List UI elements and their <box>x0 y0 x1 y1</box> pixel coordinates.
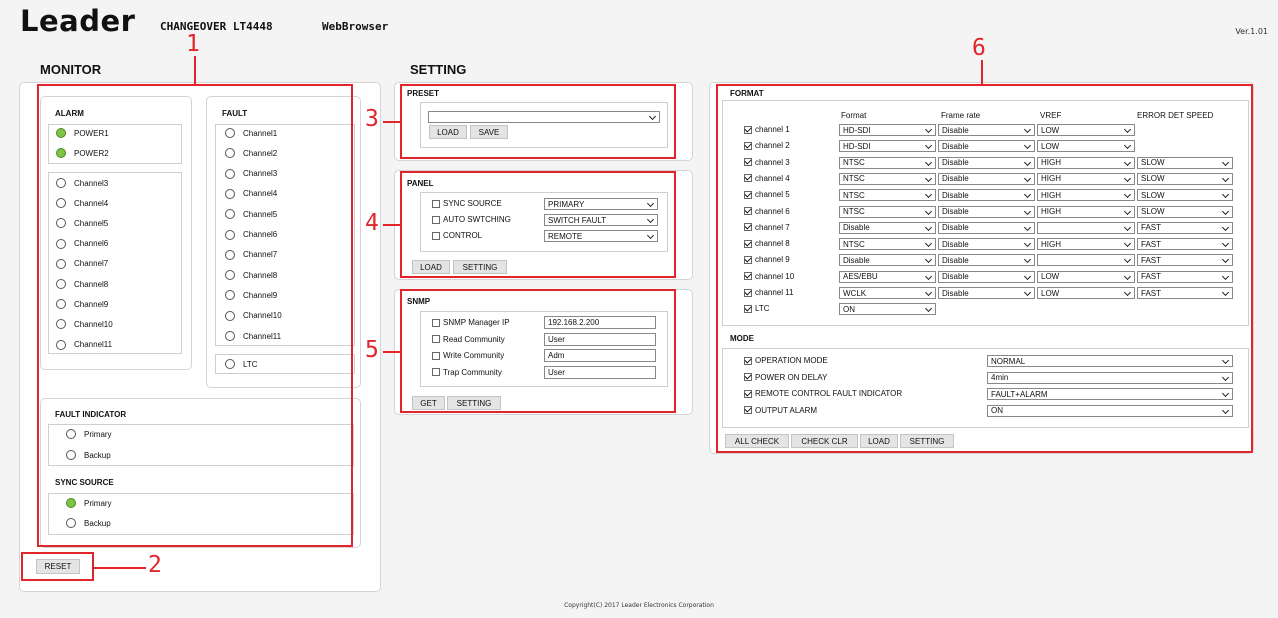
callout-number-1: 1 <box>186 31 200 57</box>
callout-box-2 <box>21 552 94 581</box>
callout-number-5: 5 <box>365 337 379 363</box>
monitor-title: MONITOR <box>40 62 102 77</box>
callout-box-4 <box>400 171 676 278</box>
callout-line-1 <box>194 56 196 86</box>
callout-line-2 <box>94 567 146 569</box>
callout-box-5 <box>400 289 676 413</box>
callout-box-6 <box>716 84 1253 453</box>
callout-line-6 <box>981 60 983 85</box>
leader-logo: Leader <box>20 4 136 38</box>
callout-line-3 <box>383 121 400 123</box>
product-name: CHANGEOVER LT4448 <box>160 20 273 33</box>
callout-number-6: 6 <box>972 35 986 61</box>
callout-box-1 <box>37 84 353 547</box>
app-name: WebBrowser <box>322 20 389 33</box>
callout-line-4 <box>383 224 400 226</box>
version-label: Ver.1.01 <box>1235 27 1268 36</box>
setting-title: SETTING <box>410 62 467 77</box>
callout-box-3 <box>400 84 676 159</box>
copyright: Copyright(C) 2017 Leader Electronics Cor… <box>564 602 714 609</box>
callout-line-5 <box>383 351 400 353</box>
callout-number-3: 3 <box>365 106 379 132</box>
callout-number-2: 2 <box>148 552 162 578</box>
callout-number-4: 4 <box>365 210 379 236</box>
